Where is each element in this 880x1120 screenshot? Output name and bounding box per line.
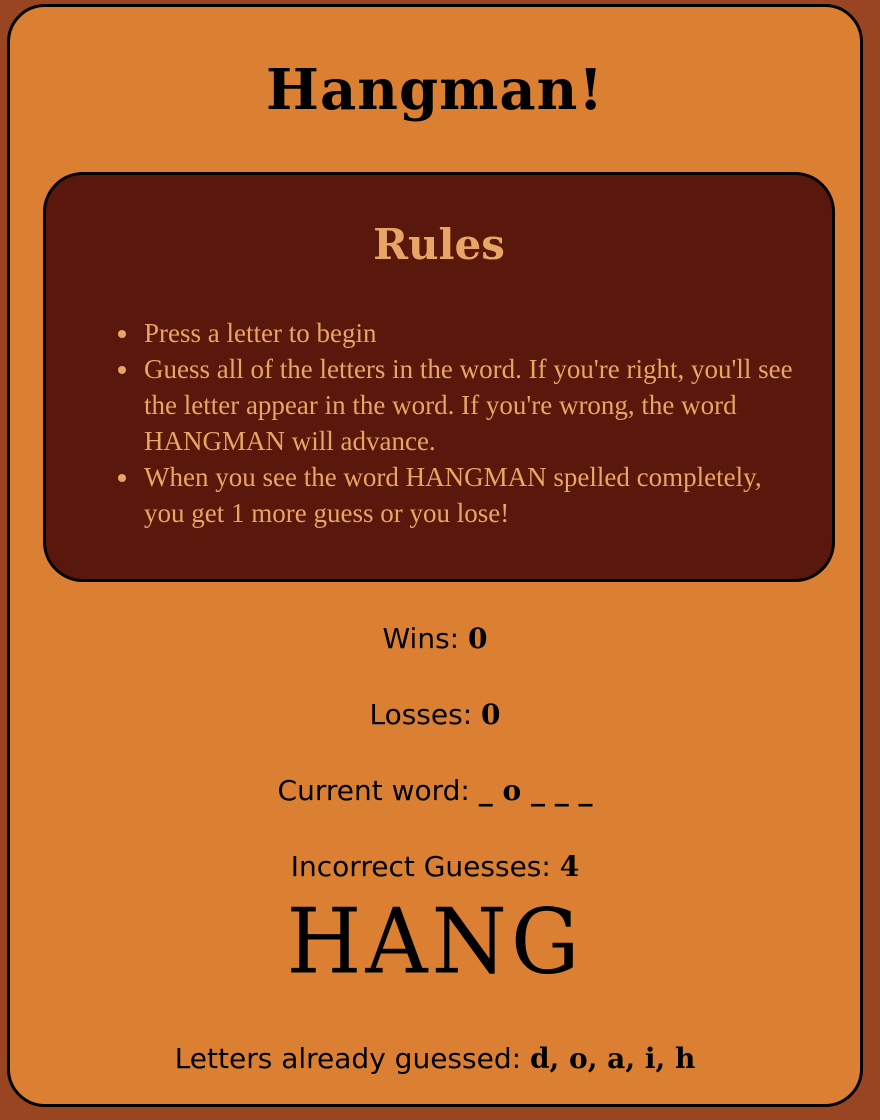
rule-text: Press a letter to begin [144,318,377,348]
wins-value: 0 [468,622,488,655]
wins-stat: Wins: 0 [10,619,860,659]
losses-label: Losses: [369,698,473,731]
rule-item: Press a letter to begin [118,315,794,351]
current-word-label: Current word: [277,774,470,807]
current-word-stat: Current word: _ o _ _ _ [10,771,860,811]
bullet-icon [118,366,126,374]
guessed-letters-value: d, o, a, i, h [529,1042,696,1075]
current-word-value: _ o _ _ _ [478,774,593,807]
incorrect-guesses-label: Incorrect Guesses: [290,850,551,883]
game-card: Hangman! Rules Press a letter to begin G… [7,4,863,1107]
incorrect-guesses-value: 4 [559,850,580,883]
rules-panel: Rules Press a letter to begin Guess all … [43,172,835,582]
losses-stat: Losses: 0 [10,695,860,735]
losses-value: 0 [481,698,501,731]
rules-heading: Rules [373,220,505,269]
incorrect-guesses-stat: Incorrect Guesses: 4 [10,847,860,887]
guessed-letters-stat: Letters already guessed: d, o, a, i, h [10,1039,860,1079]
rule-text: Guess all of the letters in the word. If… [144,354,793,456]
bullet-icon [118,474,126,482]
rules-list: Press a letter to begin Guess all of the… [118,315,794,531]
hangman-progress-word: HANG [286,889,584,995]
rule-item: When you see the word HANGMAN spelled co… [118,459,794,531]
guessed-letters-label: Letters already guessed: [174,1042,522,1075]
bullet-icon [118,330,126,338]
rule-text: When you see the word HANGMAN spelled co… [144,462,762,528]
page-title: Hangman! [266,57,604,123]
wins-label: Wins: [382,622,460,655]
rule-item: Guess all of the letters in the word. If… [118,351,794,459]
